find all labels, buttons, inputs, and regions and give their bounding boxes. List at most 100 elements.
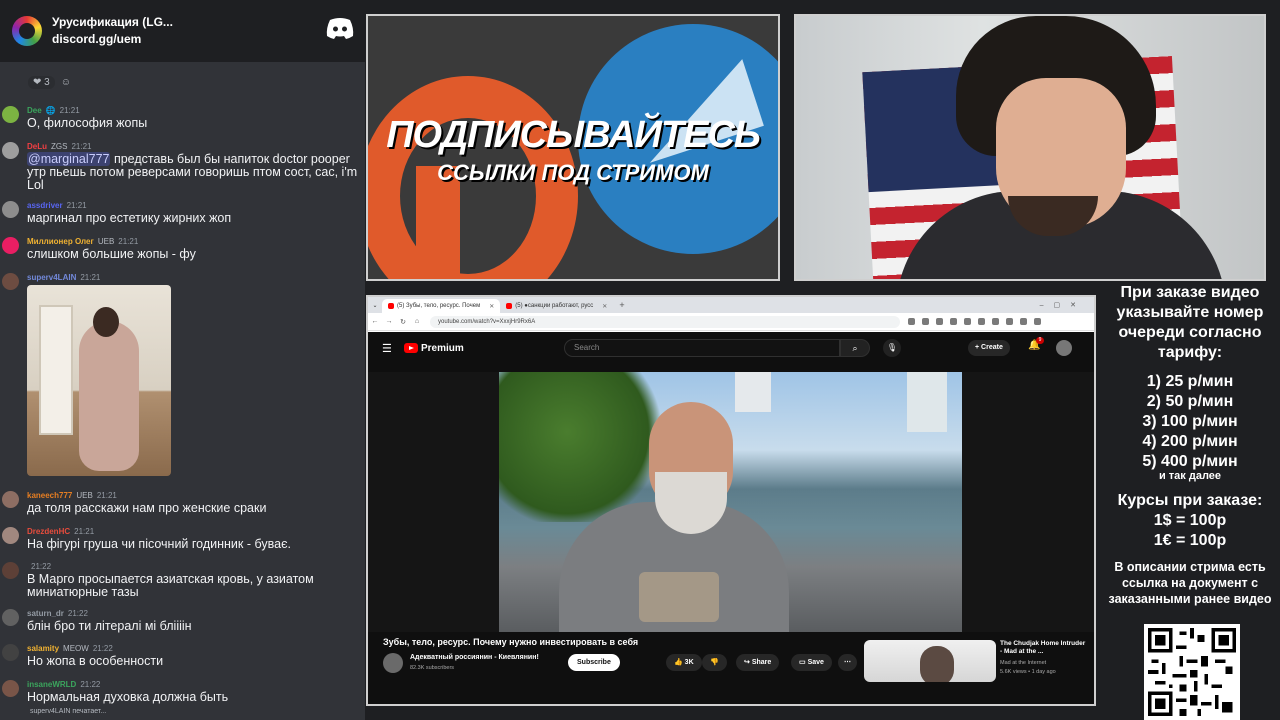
avatar[interactable] <box>2 142 19 159</box>
close-tab-icon[interactable]: ✕ <box>602 303 607 310</box>
timestamp: 21:21 <box>74 527 95 536</box>
avatar[interactable] <box>2 562 19 579</box>
username[interactable]: salamity <box>27 644 59 653</box>
message-reactions: ❤ 3 ☺ <box>28 76 71 89</box>
message-text: да толя расскажи нам про женские сраки <box>27 501 267 515</box>
tab-list-icon[interactable]: ⌄ <box>368 302 382 309</box>
zoom-icon[interactable] <box>908 318 915 325</box>
user-badge: UEB <box>97 237 115 246</box>
chat-image-attachment[interactable] <box>27 285 171 476</box>
video-frame[interactable] <box>499 372 962 632</box>
username[interactable]: DrezdenHC <box>27 527 70 536</box>
avatar[interactable] <box>2 491 19 508</box>
message-text: В Марго просыпается азиатская кровь, у а… <box>27 572 314 599</box>
youtube-logo-text: Premium <box>421 342 464 354</box>
order-info-panel: При заказе видео указывайте номер очеред… <box>1100 283 1280 720</box>
reaction-count: 3 <box>44 77 50 88</box>
extensions-puzzle-icon[interactable] <box>992 318 999 325</box>
order-instructions: При заказе видео указывайте номер очеред… <box>1116 284 1264 361</box>
add-reaction-icon[interactable]: ☺ <box>61 77 71 88</box>
avatar[interactable] <box>2 237 19 254</box>
account-avatar[interactable] <box>1056 340 1072 356</box>
video-player[interactable] <box>368 372 1094 632</box>
hamburger-menu-icon[interactable]: ☰ <box>382 342 394 355</box>
youtube-favicon-icon <box>388 303 394 309</box>
timestamp: 21:21 <box>80 273 101 282</box>
username[interactable]: kaneech777 <box>27 491 72 500</box>
address-bar[interactable]: youtube.com/watch?v=XxxjHr9Rx6A <box>430 315 900 328</box>
home-icon[interactable]: ⌂ <box>410 318 424 325</box>
new-tab-button[interactable]: + <box>613 300 630 310</box>
username[interactable]: Миллионер Олег <box>27 237 94 246</box>
reload-icon[interactable]: ↻ <box>396 318 410 326</box>
close-tab-icon[interactable]: ✕ <box>489 303 494 310</box>
forward-icon[interactable]: → <box>382 318 396 325</box>
save-label: Save <box>807 659 824 666</box>
username[interactable]: Dee <box>27 106 42 115</box>
server-invite-link[interactable]: discord.gg/uem <box>52 31 173 48</box>
message-text: блін бро ти літералі мі бліііін <box>27 619 192 633</box>
youtube-header: ☰ Premium Search ⌕ 🎙 + Create 🔔 9 <box>368 332 1094 364</box>
browser-menu-icon[interactable] <box>1034 318 1041 325</box>
timestamp: 21:22 <box>92 644 113 653</box>
like-count: 3K <box>684 659 694 666</box>
dislike-button[interactable]: 👎 <box>702 654 727 671</box>
recommended-video-channel: Mad at the Internet <box>1000 660 1047 666</box>
avatar[interactable] <box>2 201 19 218</box>
youtube-play-icon <box>404 343 418 353</box>
username[interactable]: insaneWRLD <box>27 680 76 689</box>
share-button[interactable]: ↪ Share <box>736 654 780 671</box>
back-icon[interactable]: ← <box>368 318 382 325</box>
username[interactable]: DeLu <box>27 142 47 151</box>
sidebar-icon[interactable] <box>1006 318 1013 325</box>
search-input[interactable]: Search <box>564 339 840 357</box>
microphone-icon[interactable]: 🎙 <box>883 339 901 357</box>
rate-item: 5) 400 р/мин <box>1142 453 1238 470</box>
subscribe-button[interactable]: Subscribe <box>568 654 620 671</box>
reaction-chip[interactable]: ❤ 3 <box>28 76 55 89</box>
avatar[interactable] <box>2 527 19 544</box>
save-button[interactable]: ▭ Save <box>791 654 832 671</box>
avatar[interactable] <box>2 680 19 697</box>
window-controls[interactable]: –▢✕ <box>1040 301 1094 309</box>
like-button[interactable]: 👍 3K <box>666 654 702 671</box>
qr-code-pattern <box>1148 628 1236 716</box>
rate-item: 2) 50 р/мин <box>1146 393 1234 410</box>
channel-name[interactable]: Адекватный россиянин - Киевлянин! <box>410 654 539 661</box>
cast-icon[interactable] <box>922 318 929 325</box>
message-text: маргинал про естетику жирних жоп <box>27 211 232 225</box>
youtube-logo[interactable]: Premium <box>404 343 464 354</box>
bookmark-star-icon[interactable] <box>936 318 943 325</box>
browser-tab-bar: ⌄ (5) Зубы, тело, ресурс. Почем ✕ (5) ●са… <box>368 297 1094 313</box>
avatar[interactable] <box>2 609 19 626</box>
timestamp: 21:21 <box>118 237 139 246</box>
browser-window: ⌄ (5) Зубы, тело, ресурс. Почем ✕ (5) ●са… <box>366 295 1096 706</box>
avatar[interactable] <box>2 106 19 123</box>
browser-tab-active[interactable]: (5) Зубы, тело, ресурс. Почем ✕ <box>382 299 501 313</box>
message-text: Нормальная духовка должна быть <box>27 690 229 704</box>
channel-avatar[interactable] <box>383 653 403 673</box>
more-actions-icon[interactable]: ⋯ <box>838 654 857 671</box>
username[interactable]: superv4LAIN <box>27 273 76 282</box>
user-badge: ZGS <box>51 142 68 151</box>
extension-icon[interactable] <box>950 318 957 325</box>
message-text: слишком большие жопы - фу <box>27 247 196 261</box>
username[interactable]: saturn_dr <box>27 609 64 618</box>
profile-icon[interactable] <box>1020 318 1027 325</box>
tab-title: (5) Зубы, тело, ресурс. Почем <box>397 303 481 309</box>
avatar[interactable] <box>2 644 19 661</box>
search-icon[interactable]: ⌕ <box>840 339 870 357</box>
extension-icon[interactable] <box>978 318 985 325</box>
extension-icon[interactable] <box>964 318 971 325</box>
user-mention[interactable]: @marginal777 <box>27 152 111 166</box>
recommended-video-thumbnail[interactable] <box>864 640 996 682</box>
banner-subtitle: ССЫЛКИ ПОД СТРИМОМ <box>437 160 709 185</box>
username[interactable]: assdriver <box>27 201 63 210</box>
discord-server-header: Урусификация (LG... discord.gg/uem <box>0 0 365 62</box>
recommended-video-title[interactable]: The Chudjak Home Intruder - Mad at the .… <box>1000 640 1086 656</box>
avatar[interactable] <box>2 273 19 290</box>
browser-tab[interactable]: (5) ●санкции работают, русс ✕ <box>500 299 613 313</box>
rate-item: 3) 100 р/мин <box>1142 413 1238 430</box>
create-button[interactable]: + Create <box>968 340 1010 356</box>
course-eur: 1€ = 100р <box>1153 532 1227 549</box>
